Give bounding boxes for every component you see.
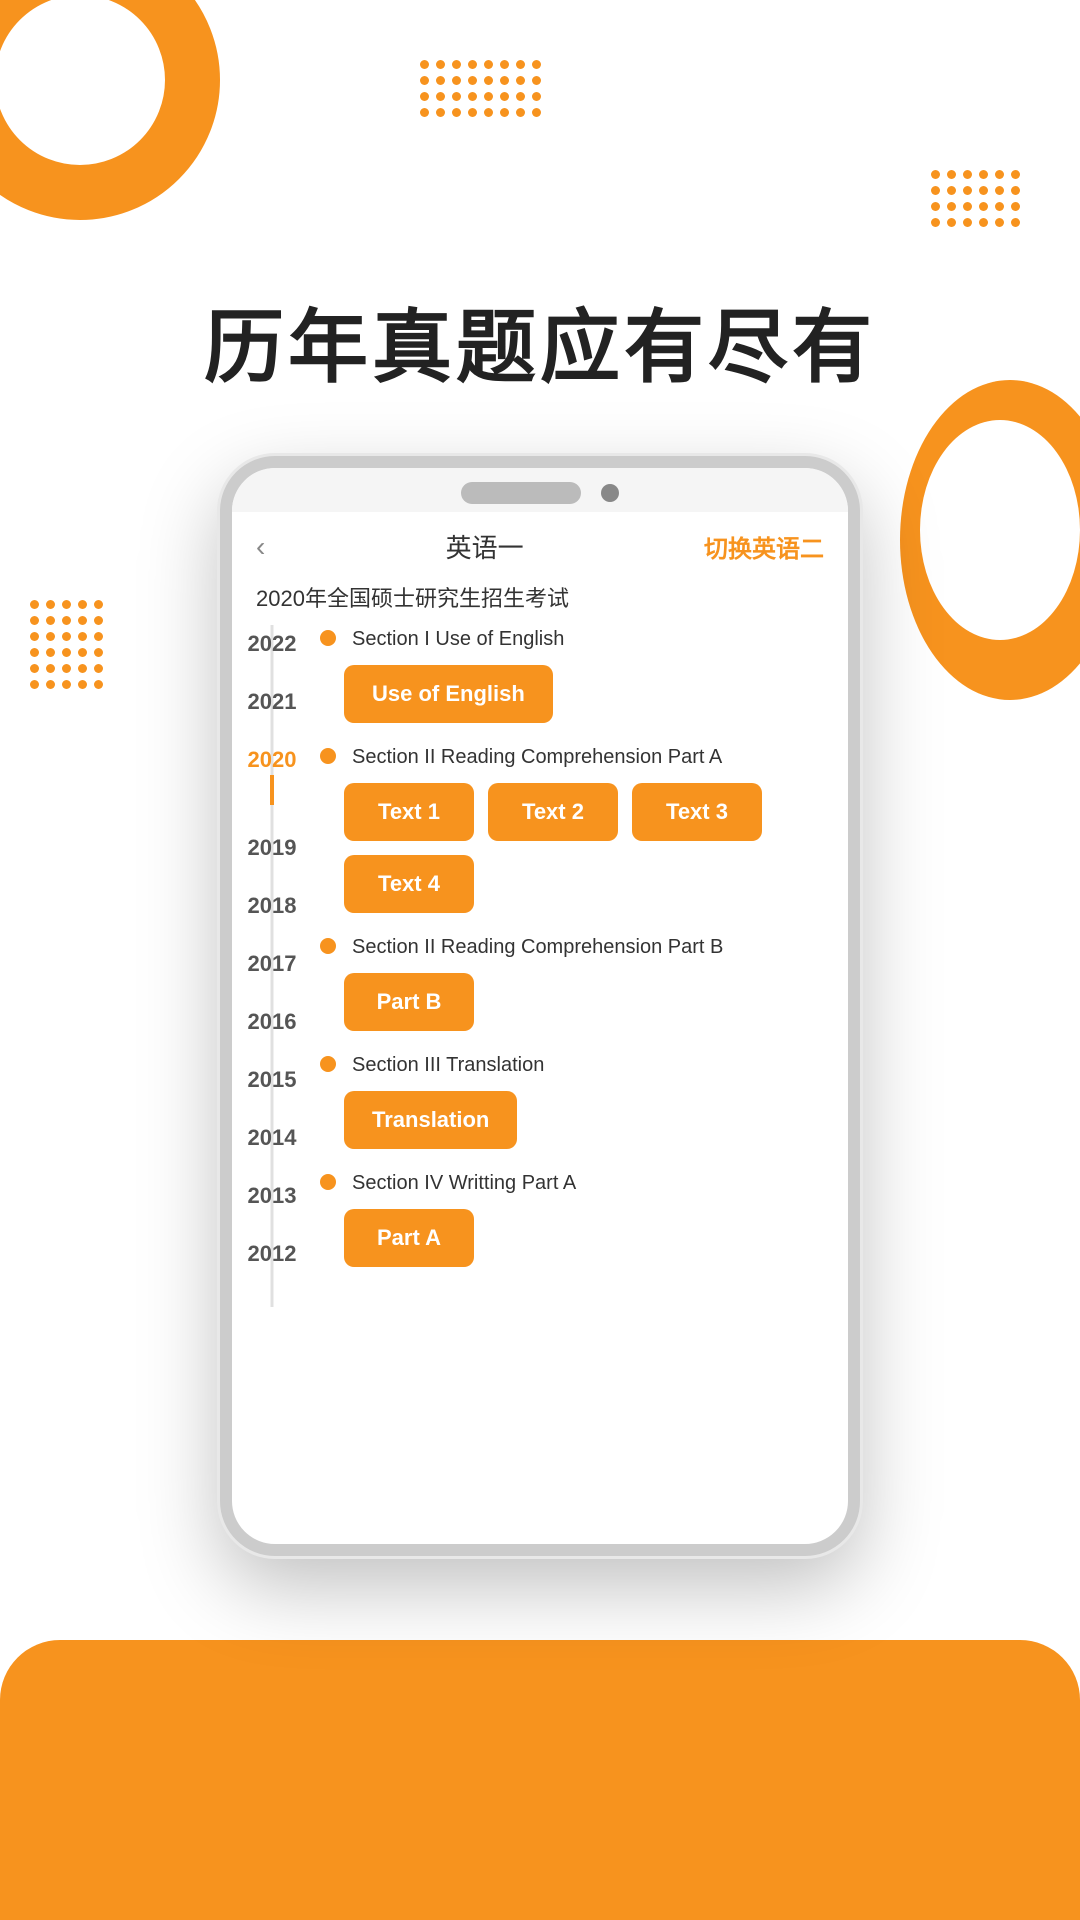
phone-speaker [461,482,581,504]
year-label-2022: 2022 [248,629,297,659]
year-item-2017[interactable]: 2017 [248,949,297,1007]
section-header-sec3: Section II Reading Comprehension Part B [320,933,832,961]
year-item-2014[interactable]: 2014 [248,1123,297,1181]
btn-row-sec5: Part A [320,1209,832,1267]
section-label-sec2: Section II Reading Comprehension Part A [352,743,722,771]
section-header-sec2: Section II Reading Comprehension Part A [320,743,832,771]
year-label-2021: 2021 [248,687,297,717]
year-item-2015[interactable]: 2015 [248,1065,297,1123]
year-label-2015: 2015 [248,1065,297,1095]
year-label-2014: 2014 [248,1123,297,1153]
section-label-sec4: Section III Translation [352,1051,544,1079]
year-item-2019[interactable]: 2019 [248,833,297,891]
section-block-sec5: Section IV Writting Part A Part A [320,1169,832,1267]
section-dot-sec2 [320,748,336,764]
phone-app-content: ‹ 英语一 切换英语二 2020年全国硕士研究生招生考试 20222021202… [232,512,848,1307]
year-item-2013[interactable]: 2013 [248,1181,297,1239]
btn-sec2-1[interactable]: Text 2 [488,783,618,841]
year-label-2020: 2020 [248,745,297,775]
phone-mockup: ‹ 英语一 切换英语二 2020年全国硕士研究生招生考试 20222021202… [0,456,1080,1556]
btn-sec4-0[interactable]: Translation [344,1091,517,1149]
year-item-2018[interactable]: 2018 [248,891,297,949]
year-label-2016: 2016 [248,1007,297,1037]
section-block-sec1: Section I Use of English Use of English [320,625,832,723]
section-label-sec3: Section II Reading Comprehension Part B [352,933,723,961]
active-year-indicator [270,775,274,805]
section-label-sec5: Section IV Writting Part A [352,1169,576,1197]
section-block-sec2: Section II Reading Comprehension Part A T… [320,743,832,913]
section-label-sec1: Section I Use of English [352,625,564,653]
btn-row-sec4: Translation [320,1091,832,1149]
section-dot-sec5 [320,1174,336,1190]
year-label-2019: 2019 [248,833,297,863]
btn-sec2-0[interactable]: Text 1 [344,783,474,841]
btn-row-sec2: Text 1Text 2Text 3 Text 4 [320,783,832,913]
year-item-2022[interactable]: 2022 [248,629,297,687]
btn-row-sec3: Part B [320,973,832,1031]
nav-title: 英语一 [446,528,524,565]
phone-frame: ‹ 英语一 切换英语二 2020年全国硕士研究生招生考试 20222021202… [220,456,860,1556]
year-item-2021[interactable]: 2021 [248,687,297,745]
year-label-2013: 2013 [248,1181,297,1211]
btn-sec3-0[interactable]: Part B [344,973,474,1031]
section-block-sec4: Section III Translation Translation [320,1051,832,1149]
section-header-sec4: Section III Translation [320,1051,832,1079]
phone-notch [232,468,848,512]
btn-sec2-2[interactable]: Text 3 [632,783,762,841]
year-item-2016[interactable]: 2016 [248,1007,297,1065]
phone-top-nav: ‹ 英语一 切换英语二 [232,512,848,573]
btn-row-sec1: Use of English [320,665,832,723]
year-sidebar: 2022 2021 2020 2019 2018 2017 2016 2015 2014 2013… [232,625,312,1307]
section-dot-sec3 [320,938,336,954]
btn-sec1-0[interactable]: Use of English [344,665,553,723]
hero-title: 历年真题应有尽有 [0,0,1080,396]
year-label-2018: 2018 [248,891,297,921]
bottom-orange-curve [0,1640,1080,1760]
btn-sec5-0[interactable]: Part A [344,1209,474,1267]
year-item-2020[interactable]: 2020 [248,745,297,833]
section-header-sec5: Section IV Writting Part A [320,1169,832,1197]
btn-sec2-3[interactable]: Text 4 [344,855,474,913]
back-button[interactable]: ‹ [256,531,265,563]
exam-title: 2020年全国硕士研究生招生考试 [232,573,848,625]
section-dot-sec1 [320,630,336,646]
section-dot-sec4 [320,1056,336,1072]
year-label-2017: 2017 [248,949,297,979]
section-block-sec3: Section II Reading Comprehension Part B P… [320,933,832,1031]
year-item-2012[interactable]: 2012 [248,1239,297,1297]
switch-english-two-button[interactable]: 切换英语二 [704,529,824,564]
section-header-sec1: Section I Use of English [320,625,832,653]
year-label-2012: 2012 [248,1239,297,1269]
timeline-layout: 2022 2021 2020 2019 2018 2017 2016 2015 2014 2013… [232,625,848,1307]
sections-area: Section I Use of EnglishUse of EnglishSe… [312,625,848,1307]
phone-camera [601,484,619,502]
